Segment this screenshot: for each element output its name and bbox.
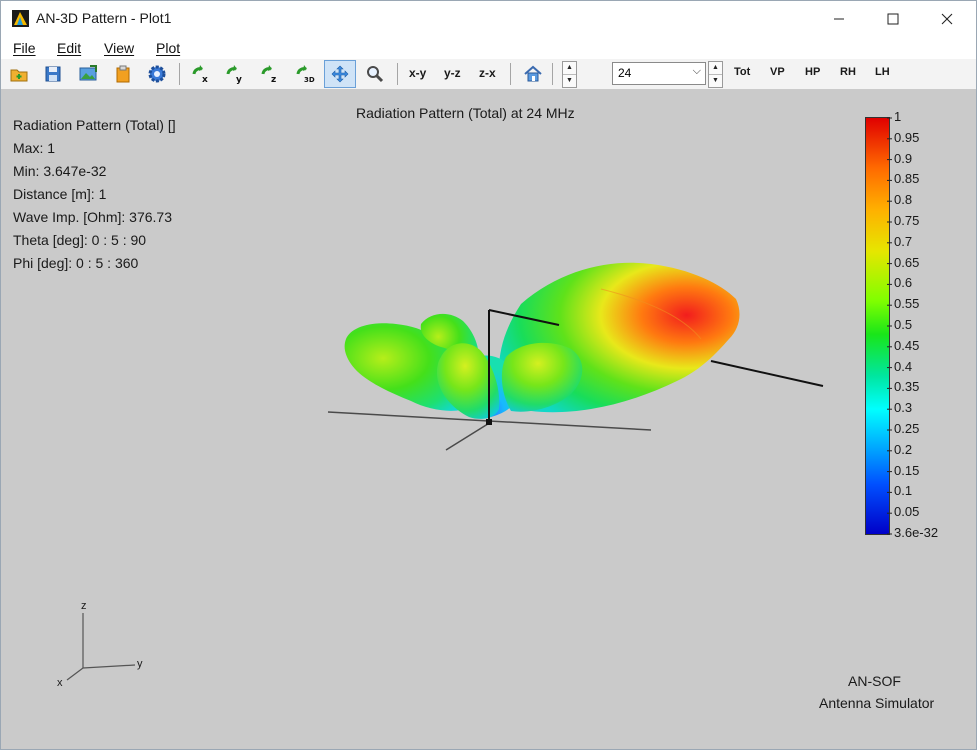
zoom-button[interactable] [363,62,387,86]
toolbar-separator [510,63,511,85]
colorbar-label: 1 [894,109,902,124]
paste-button[interactable] [111,62,135,86]
axis-y [710,360,824,387]
rotate-y-button[interactable]: y [223,62,247,86]
triad-z-label: z [81,600,87,612]
colorbar-label: 0.65 [894,254,920,270]
colorbar-label: 3.6e-32 [894,525,939,540]
view-zx-button[interactable]: z-x [479,66,496,80]
minimize-icon [834,18,844,20]
colorbar-label: 0.2 [894,441,913,457]
spinner-up-icon[interactable]: ▲ [709,62,722,75]
colorbar-label: 0.95 [894,129,920,145]
pol-lh-button[interactable]: LH [875,66,890,78]
plot-area[interactable]: Radiation Pattern (Total) [] Max: 1 Min:… [1,89,976,749]
spinner-down-icon[interactable]: ▼ [563,75,576,87]
view-yz-button[interactable]: y-z [444,66,461,80]
colorbar-label: 0.9 [894,150,913,166]
title-bar: AN-3D Pattern - Plot1 [1,1,976,37]
svg-text:x: x [202,75,208,84]
colorbar-label: 0.45 [894,337,920,353]
move-arrows-icon [331,65,349,83]
rotate-x-button[interactable]: x [189,62,213,86]
colorbar-label: 0.35 [894,379,920,395]
frequency-select[interactable]: 24 ⌵ [612,62,706,85]
chevron-down-icon: ⌵ [692,65,701,77]
colorbar-label: 0.85 [894,171,920,187]
pol-total-button[interactable]: Tot [734,66,750,78]
toolbar: x y z 3D x-y y-z z-x ▲ ▼ 24 ⌵ ▲ ▼ Tot VP… [1,59,976,89]
open-folder-icon [10,69,28,82]
clipboard-icon [116,65,130,83]
colorbar-label: 0.4 [894,358,913,374]
triad-x-label: x [57,677,63,689]
colorbar-label: 0.25 [894,421,920,436]
image-icon [79,65,97,81]
open-folder-button[interactable] [7,62,31,86]
pol-vp-button[interactable]: VP [770,66,785,78]
spinner-up-icon[interactable]: ▲ [563,62,576,75]
origin-marker [486,419,492,425]
colorbar-label: 0.15 [894,462,920,478]
menu-file[interactable]: File [13,40,36,56]
rotate-3d-button[interactable]: 3D [293,62,317,86]
brand-subtitle: Antenna Simulator [819,695,935,711]
rotate-z-icon: z [261,65,276,84]
svg-text:z: z [271,75,276,84]
pol-rh-button[interactable]: RH [840,66,856,78]
menu-edit[interactable]: Edit [57,40,81,56]
rotate-z-button[interactable]: z [258,62,282,86]
triad-x [66,667,84,681]
menu-bar: File Edit View Plot [1,37,976,59]
menu-view[interactable]: View [104,40,134,56]
frequency-value: 24 [618,66,632,80]
app-window: AN-3D Pattern - Plot1 File Edit View Plo… [0,0,977,750]
gear-icon [148,65,166,83]
spinner-down-icon[interactable]: ▼ [709,75,722,87]
app-icon [12,10,29,27]
home-icon [524,65,542,82]
radiation-pattern-3d[interactable] [1,89,976,749]
colorbar-label: 0.55 [894,296,920,312]
rotate-x-icon: x [192,65,208,84]
window-title: AN-3D Pattern - Plot1 [36,10,172,26]
rotate-y-icon: y [226,65,242,84]
colorbar-label: 0.05 [894,504,920,520]
colorbar-label: 0.3 [894,400,913,416]
colorbar-label: 0.75 [894,213,920,228]
toolbar-separator [552,63,553,85]
svg-text:3D: 3D [304,76,315,84]
save-icon [45,66,61,82]
close-icon [941,13,953,25]
colorbar-label: 0.8 [894,192,913,208]
triad-y-label: y [137,658,143,670]
brand-name: AN-SOF [848,673,901,689]
toolbar-separator [179,63,180,85]
colorbar-label: 0.7 [894,233,913,249]
colorbar-label: 0.6 [894,275,913,291]
step-spinner[interactable]: ▲ ▼ [562,61,577,88]
pan-button[interactable] [324,60,356,88]
triad-y [82,664,136,669]
settings-button[interactable] [145,62,169,86]
maximize-button[interactable] [870,1,916,37]
magnifier-icon [367,66,384,83]
home-view-button[interactable] [521,62,545,86]
close-button[interactable] [924,1,970,37]
svg-text:y: y [236,75,242,84]
colorbar-label: 0.1 [894,483,913,499]
export-image-button[interactable] [76,62,100,86]
minimize-button[interactable] [816,1,862,37]
maximize-icon [887,13,899,25]
colorbar-label: 0.5 [894,317,913,332]
menu-plot[interactable]: Plot [156,40,180,56]
pol-hp-button[interactable]: HP [805,66,820,78]
toolbar-separator [397,63,398,85]
frequency-spinner[interactable]: ▲ ▼ [708,61,723,88]
view-xy-button[interactable]: x-y [409,66,426,80]
rotate-3d-icon: 3D [296,65,315,84]
save-button[interactable] [41,62,65,86]
axis-line-x [445,421,492,451]
